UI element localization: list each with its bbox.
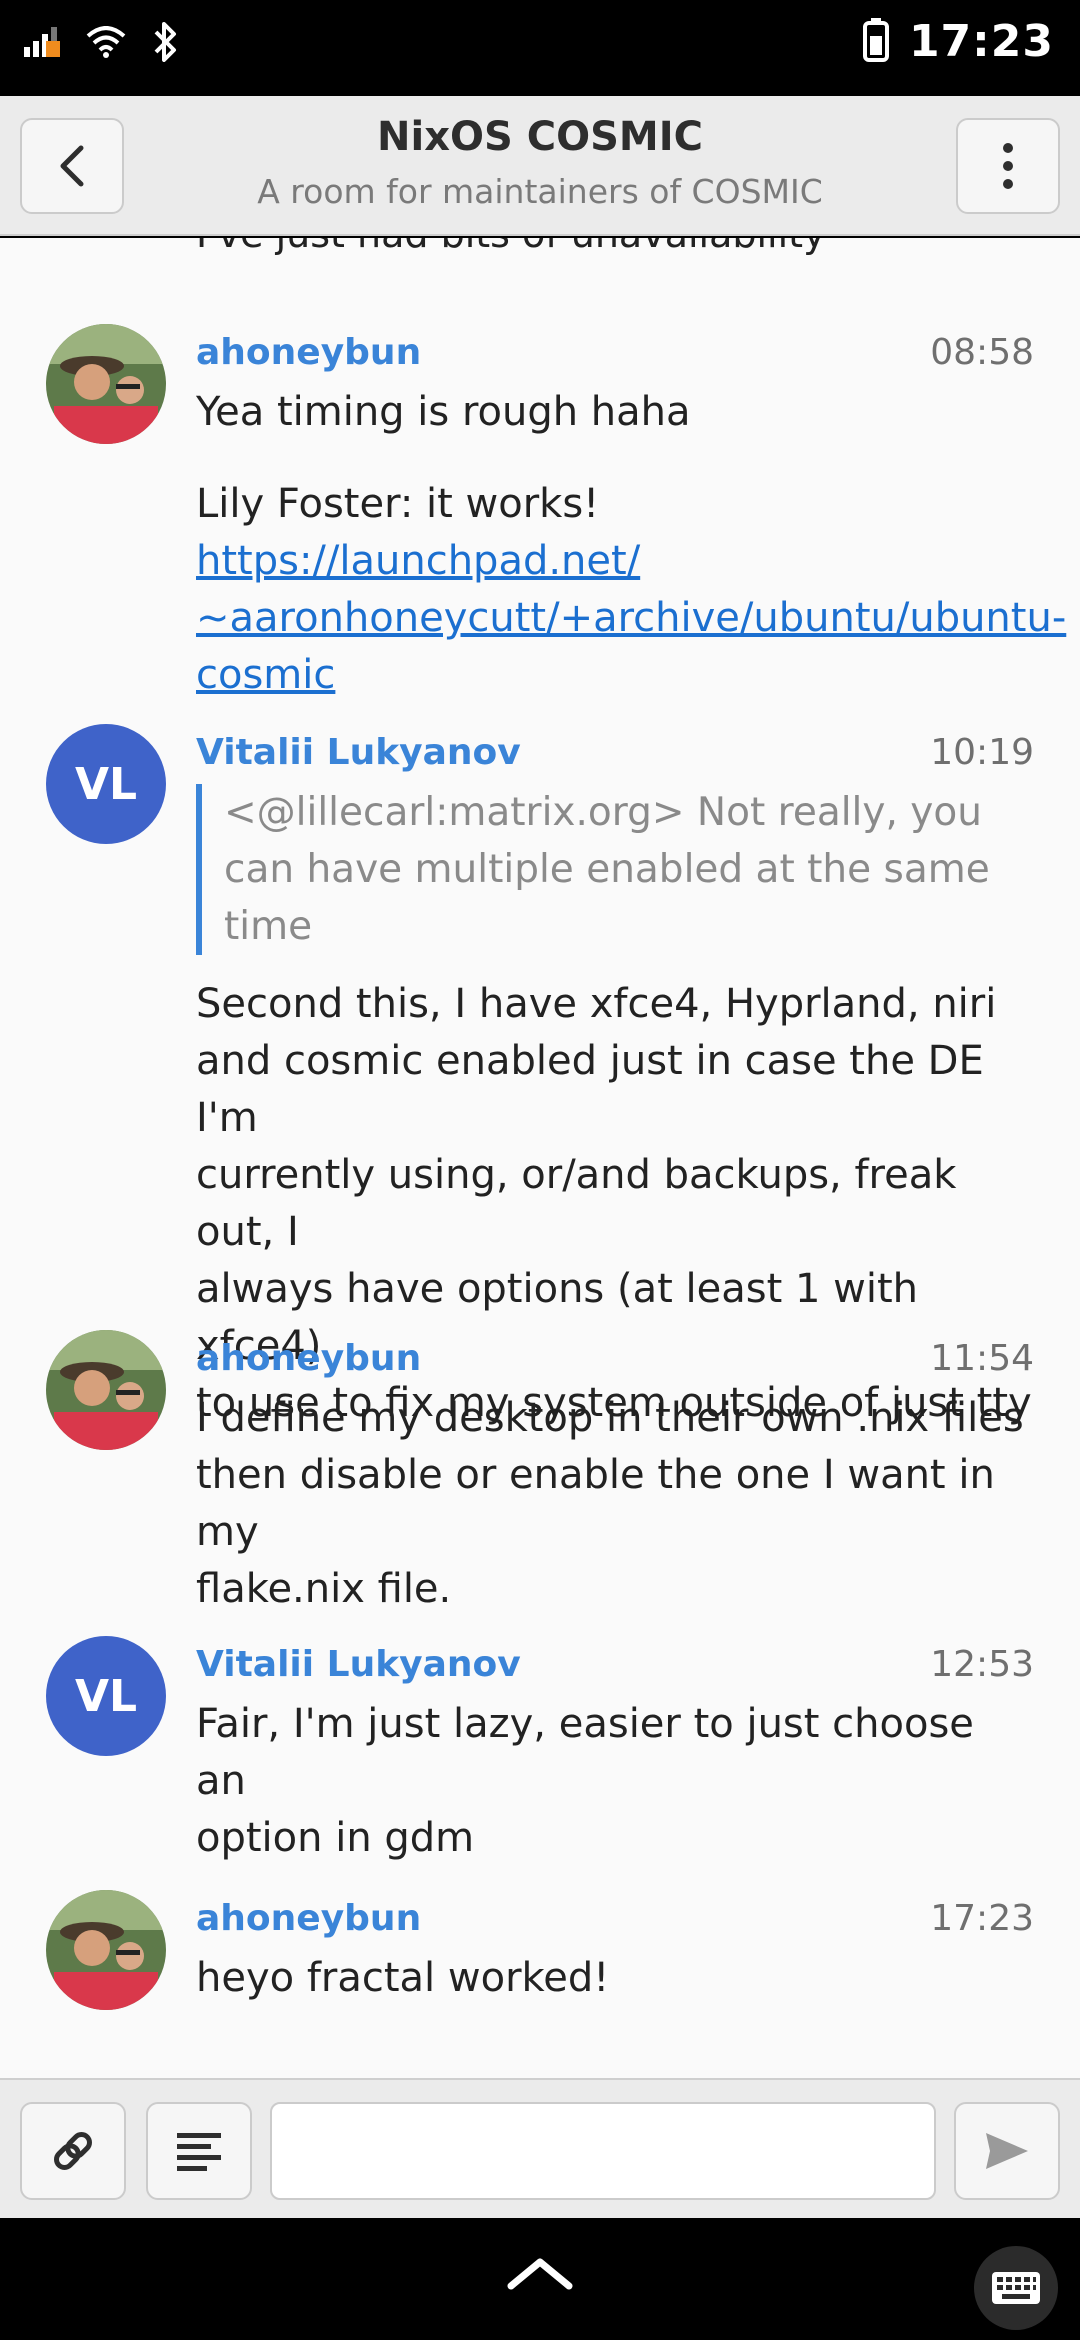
format-button[interactable] [146,2102,252,2200]
message-link[interactable]: cosmic [196,647,1036,704]
avatar-vitalii[interactable]: VL [46,1636,166,1756]
message-item[interactable]: ahoneybun 08:58 Yea timing is rough haha… [0,324,1080,724]
message-timeline[interactable]: I've just had bits of unavailability aho… [0,238,1080,2078]
clock: 17:23 [908,16,1054,67]
room-menu-button[interactable] [956,118,1060,214]
message-time: 12:53 [930,1644,1034,1685]
message-time: 08:58 [930,332,1034,373]
message-composer [0,2078,1080,2218]
message-body: I define my desktop in their own .nix fi… [196,1395,1024,1612]
message-time: 10:19 [930,732,1034,773]
keyboard-icon [992,2272,1040,2304]
format-icon [177,2133,221,2171]
signal-icon [24,27,60,61]
chevron-up-icon [507,2258,573,2290]
message-body: Yea timing is rough haha [196,389,691,435]
message-body: Lily Foster: it works! https://launchpad… [196,476,1066,704]
message-link[interactable]: ~aaronhoneycutt/+archive/ubuntu/ubuntu- [196,590,1066,647]
wifi-icon [86,26,126,62]
keyboard-toggle-button[interactable] [974,2246,1058,2330]
system-nav-bar [0,2218,1080,2340]
avatar-ahoneybun[interactable] [46,324,166,444]
room-title: NixOS COSMIC [377,114,703,160]
status-bar: 17:23 [0,0,1080,96]
avatar-ahoneybun[interactable] [46,1890,166,2010]
bluetooth-icon [152,22,178,66]
send-icon [986,2133,1028,2169]
message-body: heyo fractal worked! [196,1955,610,2001]
message-item[interactable]: ahoneybun 11:54 I define my desktop in t… [0,1330,1080,1612]
message-link[interactable]: https://launchpad.net/ [196,538,640,584]
attach-icon [54,2132,92,2170]
avatar-vitalii[interactable]: VL [46,724,166,844]
room-topic: A room for maintainers of COSMIC [257,172,823,211]
sender-name[interactable]: ahoneybun [196,332,421,373]
message-item[interactable]: ahoneybun 17:23 heyo fractal worked! [0,1890,1080,2050]
sender-name[interactable]: Vitalii Lukyanov [196,1644,521,1685]
battery-icon [862,17,889,66]
message-time: 11:54 [930,1338,1034,1379]
sender-name[interactable]: Vitalii Lukyanov [196,732,521,773]
cut-off-message: I've just had bits of unavailability [196,238,826,256]
avatar-ahoneybun[interactable] [46,1330,166,1450]
message-input[interactable] [270,2102,936,2200]
more-vertical-icon [1003,143,1013,189]
message-item[interactable]: VL Vitalii Lukyanov 12:53 Fair, I'm just… [0,1636,1080,1861]
attach-button[interactable] [20,2102,126,2200]
reply-quote[interactable]: <@lillecarl:matrix.org> Not really, you … [196,784,1036,955]
sender-name[interactable]: ahoneybun [196,1338,421,1379]
message-item[interactable]: VL Vitalii Lukyanov 10:19 <@lillecarl:ma… [0,724,1080,1426]
room-header: NixOS COSMIC A room for maintainers of C… [0,96,1080,236]
message-time: 17:23 [930,1898,1034,1939]
send-button[interactable] [954,2102,1060,2200]
message-body: Fair, I'm just lazy, easier to just choo… [196,1701,974,1861]
sender-name[interactable]: ahoneybun [196,1898,421,1939]
swipe-up-handle[interactable] [507,2256,573,2296]
